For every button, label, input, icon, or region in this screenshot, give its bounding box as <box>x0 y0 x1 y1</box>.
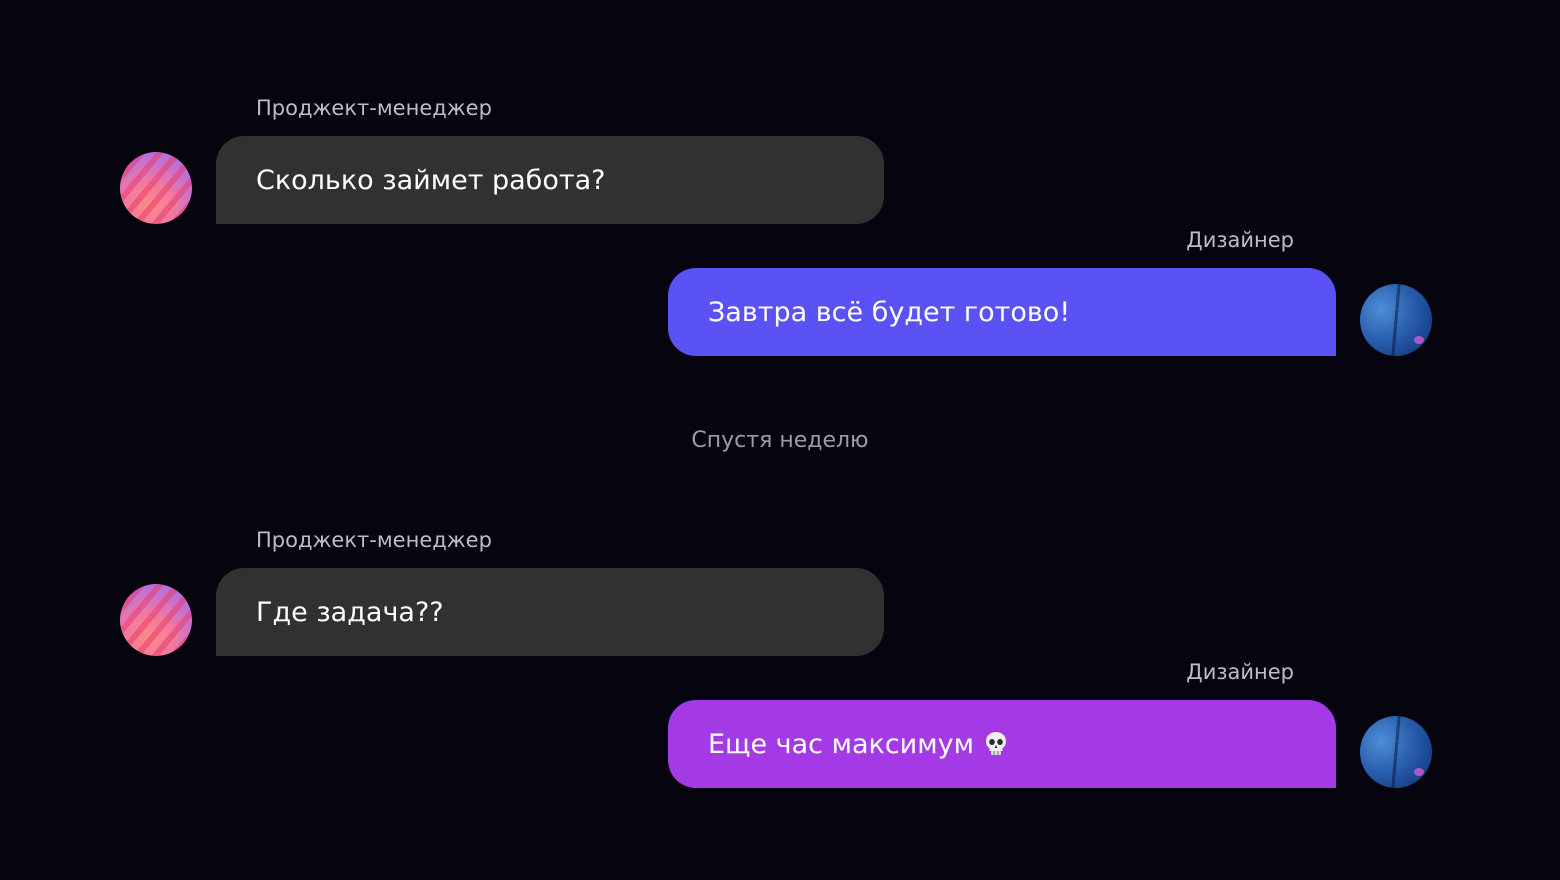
sender-name: Дизайнер <box>1186 660 1294 684</box>
skull-icon <box>984 731 1008 757</box>
message-bubble-incoming[interactable]: Сколько займет работа? <box>216 136 884 224</box>
avatar-project-manager[interactable] <box>120 152 192 224</box>
message-bubble-incoming[interactable]: Где задача?? <box>216 568 884 656</box>
message-bubble-outgoing[interactable]: Завтра всё будет готово! <box>668 268 1336 356</box>
message-text: Завтра всё будет готово! <box>708 296 1071 328</box>
avatar-designer[interactable] <box>1360 284 1432 356</box>
sender-name: Проджект-менеджер <box>256 96 492 120</box>
message-text: Где задача?? <box>256 596 444 628</box>
avatar-designer[interactable] <box>1360 716 1432 788</box>
chat-thread: Проджект-менеджер Сколько займет работа?… <box>0 0 1560 880</box>
avatar-project-manager[interactable] <box>120 584 192 656</box>
message-text: Еще час максимум <box>708 728 974 760</box>
message-bubble-outgoing[interactable]: Еще час максимум <box>668 700 1336 788</box>
message-text: Сколько займет работа? <box>256 164 606 196</box>
sender-name: Проджект-менеджер <box>256 528 492 552</box>
sender-name: Дизайнер <box>1186 228 1294 252</box>
time-divider: Спустя неделю <box>691 428 869 453</box>
